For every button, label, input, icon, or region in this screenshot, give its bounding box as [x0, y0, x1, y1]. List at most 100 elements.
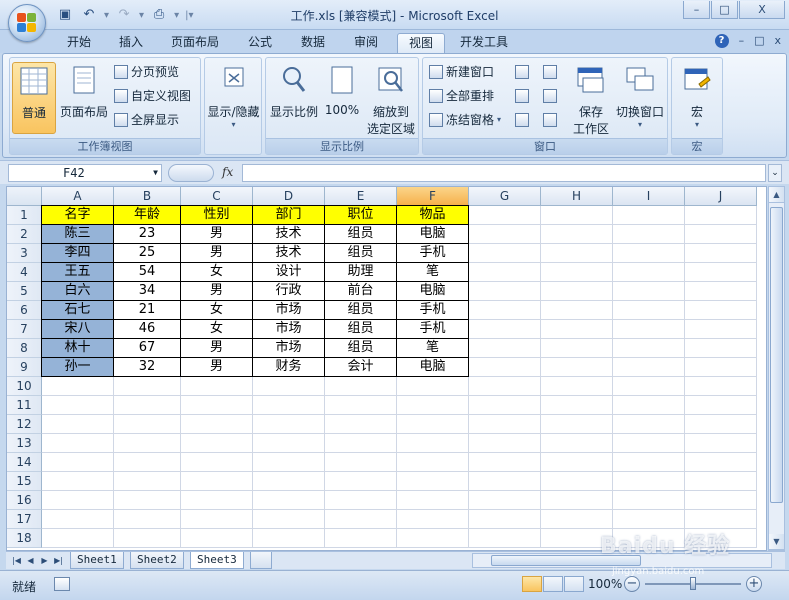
empty-cell[interactable] — [253, 472, 325, 491]
empty-cell[interactable] — [253, 434, 325, 453]
empty-cell[interactable] — [685, 472, 757, 491]
last-sheet-icon[interactable]: ▶| — [52, 554, 65, 567]
empty-cell[interactable] — [685, 339, 757, 358]
empty-cell[interactable] — [325, 396, 397, 415]
empty-cell[interactable] — [181, 415, 253, 434]
data-cell[interactable]: 男 — [181, 244, 253, 263]
name-cell[interactable]: 王五 — [42, 263, 114, 282]
data-cell[interactable]: 前台 — [325, 282, 397, 301]
empty-cell[interactable] — [114, 434, 181, 453]
workbook-close-button[interactable]: x — [774, 34, 781, 48]
empty-cell[interactable] — [541, 244, 613, 263]
empty-cell[interactable] — [114, 377, 181, 396]
empty-cell[interactable] — [397, 415, 469, 434]
empty-cell[interactable] — [397, 396, 469, 415]
empty-cell[interactable] — [685, 491, 757, 510]
expand-formula-bar-icon[interactable]: ⌄ — [768, 164, 782, 182]
empty-cell[interactable] — [114, 491, 181, 510]
name-cell[interactable]: 林十 — [42, 339, 114, 358]
tab-review[interactable]: 审阅 — [343, 33, 389, 53]
empty-cell[interactable] — [325, 510, 397, 529]
tab-formulas[interactable]: 公式 — [237, 33, 283, 53]
chevron-down-icon[interactable]: ▼ — [153, 165, 158, 181]
name-box[interactable]: F42 ▼ — [8, 164, 162, 182]
column-header[interactable]: B — [114, 187, 181, 206]
empty-cell[interactable] — [253, 529, 325, 548]
data-cell[interactable]: 市场 — [253, 320, 325, 339]
workbook-restore-button[interactable]: □ — [754, 34, 764, 48]
empty-cell[interactable] — [541, 358, 613, 377]
empty-cell[interactable] — [685, 377, 757, 396]
row-header[interactable]: 1 — [7, 206, 42, 225]
macros-button[interactable]: 宏 ▾ — [675, 62, 719, 134]
empty-cell[interactable] — [42, 453, 114, 472]
empty-cell[interactable] — [325, 434, 397, 453]
empty-cell[interactable] — [469, 472, 541, 491]
empty-cell[interactable] — [613, 244, 685, 263]
sheet-tab-1[interactable]: Sheet1 — [70, 552, 124, 569]
empty-cell[interactable] — [42, 472, 114, 491]
empty-cell[interactable] — [613, 225, 685, 244]
show-hide-button[interactable]: 显示/隐藏 ▾ — [206, 62, 261, 134]
zoom-out-icon[interactable]: − — [624, 576, 640, 592]
switch-windows-button[interactable]: 切换窗口 ▾ — [613, 62, 667, 134]
empty-cell[interactable] — [253, 396, 325, 415]
sync-scroll-button[interactable] — [543, 86, 557, 106]
empty-cell[interactable] — [114, 396, 181, 415]
data-cell[interactable]: 会计 — [325, 358, 397, 377]
empty-cell[interactable] — [253, 377, 325, 396]
name-cell[interactable]: 孙一 — [42, 358, 114, 377]
empty-cell[interactable] — [253, 491, 325, 510]
data-cell[interactable]: 笔 — [397, 339, 469, 358]
tab-data[interactable]: 数据 — [290, 33, 336, 53]
empty-cell[interactable] — [541, 320, 613, 339]
empty-cell[interactable] — [613, 377, 685, 396]
empty-cell[interactable] — [325, 377, 397, 396]
help-icon[interactable]: ? — [714, 34, 729, 48]
page-break-view-icon[interactable] — [564, 576, 584, 592]
data-cell[interactable]: 市场 — [253, 339, 325, 358]
empty-cell[interactable] — [685, 263, 757, 282]
name-cell[interactable]: 陈三 — [42, 225, 114, 244]
empty-cell[interactable] — [541, 282, 613, 301]
page-layout-view-button[interactable]: 页面布局 — [58, 62, 110, 134]
data-cell[interactable]: 财务 — [253, 358, 325, 377]
data-cell[interactable]: 男 — [181, 358, 253, 377]
full-screen-button[interactable]: 全屏显示 — [114, 110, 179, 130]
workbook-minimize-button[interactable]: – — [739, 34, 745, 48]
office-button[interactable] — [8, 4, 46, 42]
tab-view[interactable]: 视图 — [397, 33, 446, 53]
prev-sheet-icon[interactable]: ◀ — [24, 554, 37, 567]
data-cell[interactable]: 手机 — [397, 244, 469, 263]
sheet-tab-2[interactable]: Sheet2 — [130, 552, 184, 569]
zoom-to-selection-button[interactable]: 缩放到 选定区域 — [364, 62, 418, 136]
row-header[interactable]: 17 — [7, 510, 42, 529]
empty-cell[interactable] — [685, 415, 757, 434]
minimize-button[interactable]: – — [683, 1, 710, 19]
empty-cell[interactable] — [685, 225, 757, 244]
maximize-button[interactable]: □ — [711, 1, 738, 19]
empty-cell[interactable] — [397, 510, 469, 529]
empty-cell[interactable] — [469, 225, 541, 244]
data-cell[interactable]: 设计 — [253, 263, 325, 282]
row-header[interactable]: 13 — [7, 434, 42, 453]
row-header[interactable]: 2 — [7, 225, 42, 244]
column-header[interactable]: D — [253, 187, 325, 206]
new-window-button[interactable]: 新建窗口 — [429, 62, 494, 82]
column-header[interactable]: E — [325, 187, 397, 206]
data-cell[interactable]: 组员 — [325, 339, 397, 358]
arrange-all-button[interactable]: 全部重排 — [429, 86, 494, 106]
empty-cell[interactable] — [469, 320, 541, 339]
empty-cell[interactable] — [541, 301, 613, 320]
empty-cell[interactable] — [469, 244, 541, 263]
name-cell[interactable]: 白六 — [42, 282, 114, 301]
empty-cell[interactable] — [613, 453, 685, 472]
split-button[interactable] — [515, 62, 529, 82]
data-cell[interactable]: 21 — [114, 301, 181, 320]
empty-cell[interactable] — [613, 320, 685, 339]
row-header[interactable]: 3 — [7, 244, 42, 263]
column-header[interactable]: J — [685, 187, 757, 206]
first-sheet-icon[interactable]: |◀ — [10, 554, 23, 567]
empty-cell[interactable] — [541, 225, 613, 244]
empty-cell[interactable] — [253, 415, 325, 434]
